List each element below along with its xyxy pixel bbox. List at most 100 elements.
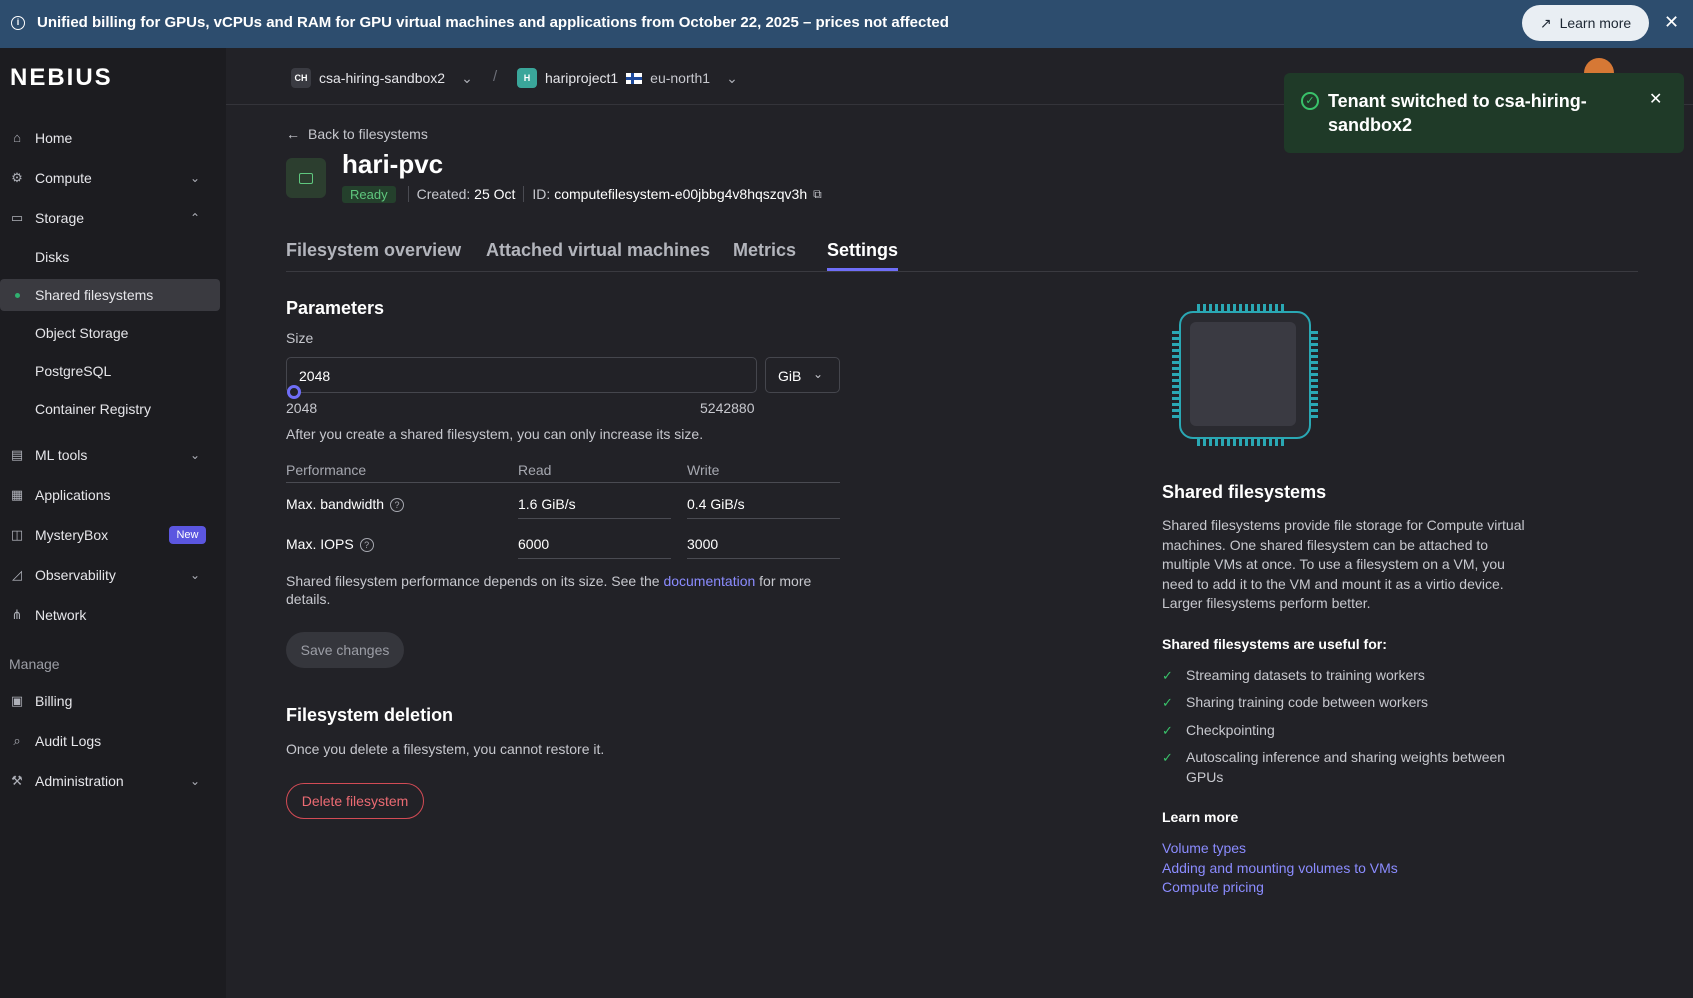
network-icon: ⋔ xyxy=(11,607,23,622)
ml-tools-icon: ▤ xyxy=(10,447,24,462)
manage-heading: Manage xyxy=(9,656,60,672)
sidebar-item-container-registry[interactable]: Container Registry xyxy=(0,393,226,425)
sidebar-item-disks[interactable]: Disks xyxy=(0,241,226,273)
divider xyxy=(687,518,840,519)
chevron-down-icon: ⌄ xyxy=(190,568,201,582)
delete-filesystem-button[interactable]: Delete filesystem xyxy=(286,783,424,819)
slider-max: 5242880 xyxy=(700,400,755,416)
compute-pricing-link[interactable]: Compute pricing xyxy=(1162,879,1264,895)
deletion-heading: Filesystem deletion xyxy=(286,705,454,725)
sidebar-item-postgresql[interactable]: PostgreSQL xyxy=(0,355,226,387)
active-indicator xyxy=(15,292,20,298)
toast-notification: ✓ Tenant switched to csa-hiring-sandbox2… xyxy=(1284,73,1684,153)
divider xyxy=(518,518,671,519)
chevron-up-icon: ⌃ xyxy=(190,211,201,225)
copy-icon[interactable]: ⧉ xyxy=(813,187,822,202)
slider-min: 2048 xyxy=(286,400,318,416)
tab-settings[interactable]: Settings xyxy=(827,240,899,271)
chart-icon: ◿ xyxy=(12,567,22,582)
tab-filesystem-overview[interactable]: Filesystem overview xyxy=(286,240,461,261)
check-icon: ✓ xyxy=(1162,723,1173,738)
box-icon: ◫ xyxy=(10,527,24,542)
applications-icon: ▦ xyxy=(10,487,24,502)
learn-more-heading: Learn more xyxy=(1162,809,1239,825)
arrow-left-icon: ← xyxy=(286,126,300,142)
chevron-down-icon: ⌄ xyxy=(190,448,201,462)
filesystem-icon xyxy=(286,158,326,198)
help-icon[interactable]: ? xyxy=(359,538,374,552)
check-icon: ✓ xyxy=(1162,668,1173,683)
size-label: Size xyxy=(286,330,314,346)
divider xyxy=(518,558,671,559)
sidebar-item-network[interactable]: ⋔ Network xyxy=(0,599,226,631)
list-item: ✓ Sharing training code between workers xyxy=(1162,693,1522,713)
useful-heading: Shared filesystems are useful for: xyxy=(1162,636,1387,652)
divider xyxy=(523,186,525,202)
sidebar-item-shared-filesystems[interactable]: Shared filesystems xyxy=(0,279,220,311)
help-icon[interactable]: ? xyxy=(390,498,405,512)
volume-types-link[interactable]: Volume types xyxy=(1162,840,1246,856)
list-item: ✓ Checkpointing xyxy=(1162,721,1522,741)
nebius-logo[interactable]: NEBIUS xyxy=(10,64,113,92)
project-avatar: H xyxy=(517,68,537,88)
sidebar-item-billing[interactable]: ▣ Billing xyxy=(0,685,226,717)
sidebar-item-mysterybox[interactable]: ◫ MysteryBox New xyxy=(0,519,226,551)
new-badge: New xyxy=(169,526,206,544)
deletion-note: Once you delete a filesystem, you cannot… xyxy=(286,741,605,757)
check-circle-icon: ✓ xyxy=(1301,92,1319,110)
parameters-heading: Parameters xyxy=(286,298,385,318)
sidebar-item-home[interactable]: ⌂ Home xyxy=(0,122,226,154)
external-link-icon: ↗ xyxy=(1539,14,1552,31)
sidebar-item-audit-logs[interactable]: ⌕ Audit Logs xyxy=(0,725,226,757)
performance-note: Shared filesystem performance depends on… xyxy=(286,573,812,607)
info-icon: i xyxy=(11,16,25,30)
save-changes-button[interactable]: Save changes xyxy=(286,632,404,668)
learn-more-button[interactable]: ↗ Learn more xyxy=(1522,5,1649,41)
tab-bar: Filesystem overview Attached virtual mac… xyxy=(286,240,1638,272)
wrench-icon: ⚒ xyxy=(11,773,23,788)
resource-meta: Ready Created: 25 Oct ID: computefilesys… xyxy=(342,185,822,203)
sidebar-item-observability[interactable]: ◿ Observability ⌄ xyxy=(0,559,226,591)
billing-icon: ▣ xyxy=(10,693,24,708)
sidebar: NEBIUS ⌂ Home ⚙ Compute ⌄ ▭ Storage ⌃ Di… xyxy=(0,48,226,998)
tab-metrics[interactable]: Metrics xyxy=(733,240,796,261)
divider xyxy=(687,558,840,559)
info-title: Shared filesystems xyxy=(1162,482,1327,502)
announcement-banner: i Unified billing for GPUs, vCPUs and RA… xyxy=(0,0,1693,48)
home-icon: ⌂ xyxy=(13,130,21,145)
close-banner-icon[interactable]: ✕ xyxy=(1664,12,1679,33)
list-item: ✓ Autoscaling inference and sharing weigh… xyxy=(1162,749,1506,785)
toast-message: Tenant switched to csa-hiring-sandbox2 xyxy=(1328,91,1587,135)
divider xyxy=(286,482,840,483)
chevron-down-icon: ⌄ xyxy=(813,367,824,381)
created-date: 25 Oct xyxy=(474,186,516,202)
list-item: ✓ Streaming datasets to training workers xyxy=(1162,666,1522,686)
back-link[interactable]: ← Back to filesystems xyxy=(286,126,428,142)
size-slider-handle[interactable] xyxy=(287,385,301,399)
audit-icon: ⌕ xyxy=(13,733,21,748)
info-description: Shared filesystems provide file storage … xyxy=(1162,517,1525,611)
project-selector[interactable]: H hariproject1 eu-north1 ⌄ xyxy=(517,68,738,88)
check-icon: ✓ xyxy=(1162,750,1173,765)
chevron-down-icon: ⌄ xyxy=(190,774,201,788)
tenant-selector[interactable]: CH csa-hiring-sandbox2 ⌄ xyxy=(291,68,473,88)
chevron-down-icon: ⌄ xyxy=(190,171,201,185)
close-toast-icon[interactable]: ✕ xyxy=(1649,89,1662,109)
chip-illustration xyxy=(1172,304,1318,446)
size-input[interactable]: 2048 xyxy=(286,357,757,393)
sidebar-item-storage[interactable]: ▭ Storage ⌃ xyxy=(0,202,226,234)
documentation-link[interactable]: documentation xyxy=(663,573,755,589)
sidebar-item-ml-tools[interactable]: ▤ ML tools ⌄ xyxy=(0,439,226,471)
sidebar-item-applications[interactable]: ▦ Applications xyxy=(0,479,226,511)
divider xyxy=(407,186,409,202)
sidebar-item-administration[interactable]: ⚒ Administration ⌄ xyxy=(0,765,226,797)
status-badge: Ready xyxy=(342,185,396,203)
resource-id: computefilesystem-e00jbbg4v8hqszqv3h xyxy=(554,186,808,202)
unit-select[interactable]: GiB ⌄ xyxy=(765,357,840,393)
tab-attached-virtual-machines[interactable]: Attached virtual machines xyxy=(486,240,710,261)
mounting-volumes-link[interactable]: Adding and mounting volumes to VMs xyxy=(1162,860,1398,876)
sidebar-item-object-storage[interactable]: Object Storage xyxy=(0,317,226,349)
chevron-down-icon: ⌄ xyxy=(726,69,738,86)
sidebar-item-compute[interactable]: ⚙ Compute ⌄ xyxy=(0,162,226,194)
banner-text: Unified billing for GPUs, vCPUs and RAM … xyxy=(37,14,949,31)
